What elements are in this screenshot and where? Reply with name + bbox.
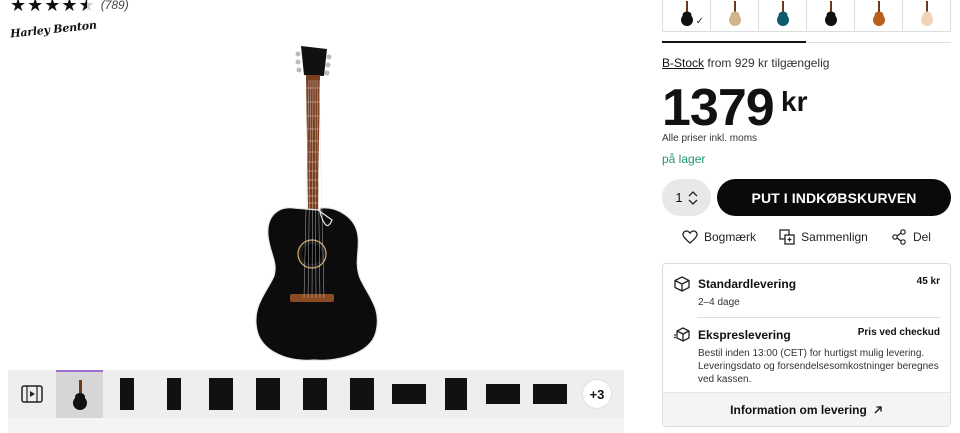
product-image[interactable] (220, 40, 420, 365)
thumbnail-image (532, 384, 567, 404)
rating-count: (789) (100, 0, 129, 12)
rating-stars: ★ ★ ★ ★ ★ (10, 0, 95, 14)
thumbnail-image (349, 378, 374, 410)
color-swatch[interactable] (903, 0, 950, 31)
checkmark-icon: ✓ (695, 16, 704, 27)
color-swatch[interactable] (711, 0, 759, 31)
standard-delivery-time: 2–4 dage (698, 297, 740, 308)
star-icon: ★ (27, 0, 44, 15)
bstock-info: B-Stock from 929 kr tilgængelig (662, 56, 829, 70)
thumbnail[interactable] (244, 370, 291, 418)
standard-delivery-title: Standardlevering (698, 277, 797, 291)
color-swatch[interactable] (855, 0, 903, 31)
half-star-icon: ★ (79, 0, 95, 14)
guitar-swatch-image (920, 0, 933, 26)
share-icon (892, 229, 906, 245)
thumbnail-image (166, 378, 181, 410)
vat-note: Alle priser inkl. moms (662, 133, 758, 144)
express-delivery-title: Ekspreslevering (698, 328, 791, 342)
product-page: ★ ★ ★ ★ ★ (789) Harley Benton (0, 0, 960, 433)
film-icon (21, 385, 43, 403)
stock-status: på lager (662, 152, 706, 166)
video-thumbnail[interactable] (8, 370, 56, 418)
express-delivery: Ekspreslevering Pris ved checkud Bestil … (674, 327, 940, 386)
delivery-info-box: Standardlevering 45 kr 2–4 dage Ekspresl… (662, 263, 951, 427)
color-swatch[interactable] (807, 0, 855, 31)
more-thumbnails-button[interactable]: +3 (583, 380, 611, 408)
bookmark-button[interactable]: Bogmærk (682, 229, 756, 245)
thumbnail[interactable] (479, 370, 526, 418)
thumbnail[interactable] (385, 370, 432, 418)
thumbnail-image (208, 378, 233, 410)
fast-package-icon (674, 327, 690, 342)
thumbnail[interactable] (432, 370, 479, 418)
star-icon: ★ (44, 0, 61, 15)
product-actions: Bogmærk Sammenlign Del (662, 229, 951, 245)
thumbnail[interactable] (526, 370, 573, 418)
thumbnail-image (485, 384, 520, 404)
price-currency: kr (781, 86, 808, 117)
thumbnail[interactable] (338, 370, 385, 418)
color-swatches: ✓ (662, 0, 951, 32)
star-icon: ★ (10, 0, 27, 15)
quantity-selector[interactable]: 1 (662, 179, 711, 216)
thumbnail[interactable] (197, 370, 244, 418)
thumbnail-image (119, 378, 134, 410)
product-price: 1379 (662, 79, 775, 137)
delivery-info-label: Information om levering (730, 402, 867, 417)
express-delivery-price: Pris ved checkud (857, 327, 940, 338)
share-button[interactable]: Del (891, 229, 931, 245)
swatch-scroll-indicator (662, 41, 806, 43)
color-swatch[interactable] (759, 0, 807, 31)
bstock-text: from 929 kr tilgængelig (707, 56, 830, 70)
compare-icon (779, 229, 795, 245)
compare-button[interactable]: Sammenlign (779, 229, 868, 245)
thumbnail[interactable] (103, 370, 150, 418)
thumbnail-image (391, 384, 426, 404)
thumbnail-image (255, 378, 280, 410)
thumbnail[interactable] (150, 370, 197, 418)
guitar-swatch-image (728, 0, 741, 26)
standard-delivery-price: 45 kr (916, 276, 940, 287)
bookmark-label: Bogmærk (704, 230, 757, 244)
share-label: Del (912, 230, 931, 244)
heart-icon (682, 230, 698, 244)
thumbnail[interactable] (56, 370, 103, 418)
delivery-divider (697, 317, 940, 318)
package-icon (674, 276, 690, 292)
quantity-value: 1 (675, 190, 683, 205)
guitar-swatch-image (776, 0, 789, 26)
star-icon: ★ (61, 0, 78, 15)
chevron-updown-icon (688, 190, 698, 205)
standard-delivery: Standardlevering 45 kr 2–4 dage (674, 276, 940, 309)
bstock-link[interactable]: B-Stock (662, 56, 704, 70)
guitar-swatch-image (824, 0, 837, 26)
swatch-divider (806, 42, 951, 43)
guitar-swatch-image (680, 0, 693, 26)
thumbnail[interactable] (291, 370, 338, 418)
color-swatch[interactable]: ✓ (663, 0, 711, 31)
product-rating[interactable]: ★ ★ ★ ★ ★ (789) (10, 0, 129, 14)
thumbnail-strip: +3 (8, 370, 624, 418)
thumbnail-image (444, 378, 467, 410)
guitar-thumbnail-image (72, 380, 87, 410)
delivery-info-link[interactable]: Information om levering (663, 392, 950, 426)
express-delivery-description: Bestil inden 13:00 (CET) for hurtigst mu… (698, 348, 939, 385)
guitar-swatch-image (872, 0, 885, 26)
thumbnail-image (302, 378, 327, 410)
add-to-cart-button[interactable]: PUT I INDKØBSKURVEN (717, 179, 951, 216)
external-arrow-icon (874, 405, 882, 413)
brand-logo[interactable]: Harley Benton (10, 18, 98, 40)
compare-label: Sammenlign (801, 230, 868, 244)
bottom-bar (8, 418, 624, 433)
